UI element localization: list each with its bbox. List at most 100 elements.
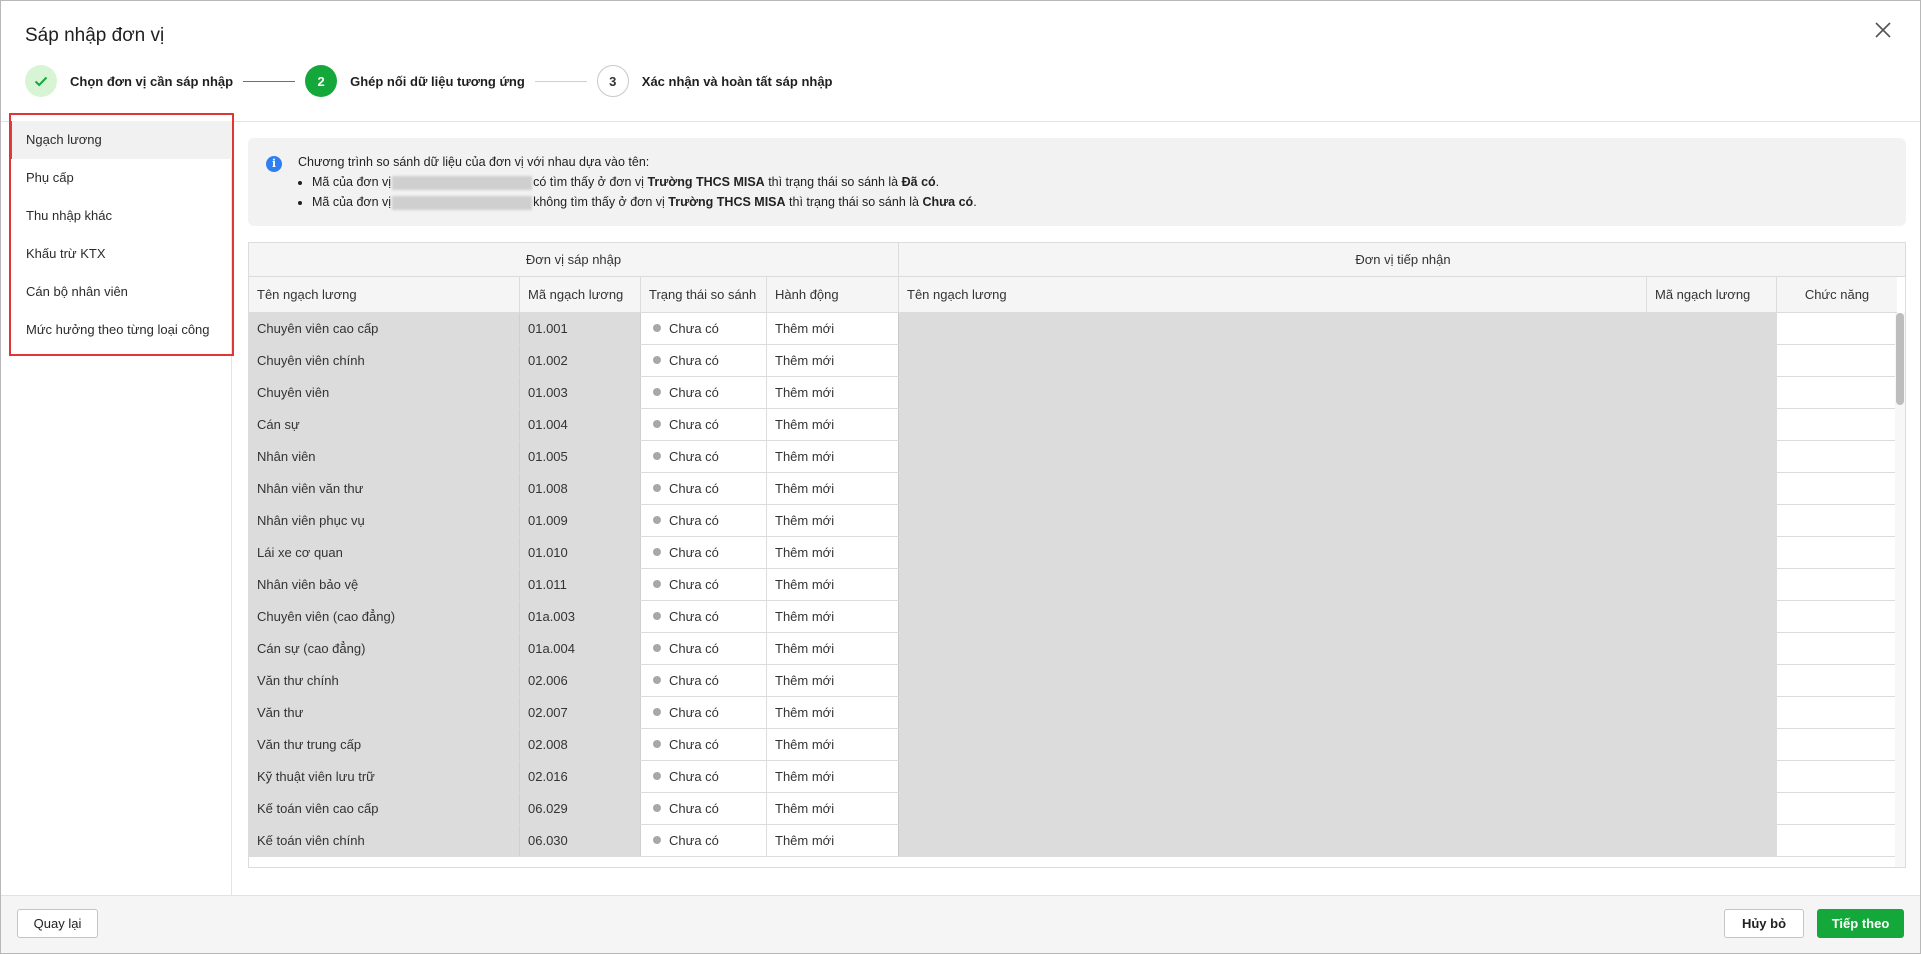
cell-dst-name[interactable]	[899, 569, 1647, 600]
cell-dst-name[interactable]	[899, 409, 1647, 440]
cell-action[interactable]: Thêm mới	[767, 761, 899, 792]
cell-dst-code[interactable]	[1647, 761, 1777, 792]
cell-src-name: Lái xe cơ quan	[249, 537, 520, 568]
cell-dst-code[interactable]	[1647, 377, 1777, 408]
table-scroll-thumb[interactable]	[1896, 313, 1904, 405]
cell-dst-name[interactable]	[899, 793, 1647, 824]
cell-dst-name[interactable]	[899, 825, 1647, 856]
cell-dst-code[interactable]	[1647, 697, 1777, 728]
cell-action[interactable]: Thêm mới	[767, 537, 899, 568]
table-row[interactable]: Nhân viên 01.005 Chưa có Thêm mới	[249, 441, 1905, 473]
table-row[interactable]: Kỹ thuật viên lưu trữ 02.016 Chưa có Thêm m…	[249, 761, 1905, 793]
table-row[interactable]: Văn thư chính 02.006 Chưa có Thêm mới	[249, 665, 1905, 697]
cell-function[interactable]	[1777, 825, 1905, 856]
table-row[interactable]: Kế toán viên cao cấp 06.029 Chưa có Thêm mớ…	[249, 793, 1905, 825]
sidebar-item-ngach-luong[interactable]: Ngạch lương	[9, 121, 232, 159]
cell-function[interactable]	[1777, 569, 1905, 600]
close-icon[interactable]	[1872, 19, 1894, 41]
cell-function[interactable]	[1777, 665, 1905, 696]
cell-function[interactable]	[1777, 601, 1905, 632]
cell-action[interactable]: Thêm mới	[767, 505, 899, 536]
cell-dst-code[interactable]	[1647, 825, 1777, 856]
cell-action[interactable]: Thêm mới	[767, 473, 899, 504]
next-button[interactable]: Tiếp theo	[1817, 909, 1904, 938]
cell-function[interactable]	[1777, 441, 1905, 472]
table-row[interactable]: Nhân viên bảo vệ 01.011 Chưa có Thêm mới	[249, 569, 1905, 601]
cell-function[interactable]	[1777, 409, 1905, 440]
table-row[interactable]: Chuyên viên cao cấp 01.001 Chưa có Thêm mới	[249, 313, 1905, 345]
cell-dst-name[interactable]	[899, 473, 1647, 504]
cell-action[interactable]: Thêm mới	[767, 345, 899, 376]
cell-action[interactable]: Thêm mới	[767, 313, 899, 344]
table-row[interactable]: Chuyên viên (cao đẳng) 01a.003 Chưa có Thêm…	[249, 601, 1905, 633]
table-row[interactable]: Văn thư 02.007 Chưa có Thêm mới	[249, 697, 1905, 729]
cell-action[interactable]: Thêm mới	[767, 601, 899, 632]
cell-dst-code[interactable]	[1647, 729, 1777, 760]
cancel-button[interactable]: Hủy bỏ	[1724, 909, 1804, 938]
cell-dst-name[interactable]	[899, 377, 1647, 408]
cell-action[interactable]: Thêm mới	[767, 441, 899, 472]
table-row[interactable]: Văn thư trung cấp 02.008 Chưa có Thêm mới	[249, 729, 1905, 761]
cell-dst-name[interactable]	[899, 313, 1647, 344]
cell-dst-code[interactable]	[1647, 473, 1777, 504]
cell-dst-name[interactable]	[899, 697, 1647, 728]
table-row[interactable]: Kế toán viên chính 06.030 Chưa có Thêm mới	[249, 825, 1905, 857]
table-row[interactable]: Nhân viên phục vụ 01.009 Chưa có Thêm mới	[249, 505, 1905, 537]
cell-function[interactable]	[1777, 313, 1905, 344]
sidebar-item-muc-huong[interactable]: Mức hưởng theo từng loại công	[9, 311, 232, 349]
back-button[interactable]: Quay lại	[17, 909, 98, 938]
cell-dst-code[interactable]	[1647, 793, 1777, 824]
cell-dst-name[interactable]	[899, 441, 1647, 472]
cell-function[interactable]	[1777, 793, 1905, 824]
cell-status: Chưa có	[641, 409, 767, 440]
cell-function[interactable]	[1777, 761, 1905, 792]
table-row[interactable]: Nhân viên văn thư 01.008 Chưa có Thêm mới	[249, 473, 1905, 505]
cell-dst-code[interactable]	[1647, 633, 1777, 664]
cell-dst-code[interactable]	[1647, 537, 1777, 568]
cell-action[interactable]: Thêm mới	[767, 729, 899, 760]
cell-src-name: Chuyên viên chính	[249, 345, 520, 376]
cell-dst-name[interactable]	[899, 537, 1647, 568]
sidebar-item-can-bo-nhan-vien[interactable]: Cán bộ nhân viên	[9, 273, 232, 311]
table-row[interactable]: Lái xe cơ quan 01.010 Chưa có Thêm mới	[249, 537, 1905, 569]
sidebar-item-thu-nhap-khac[interactable]: Thu nhập khác	[9, 197, 232, 235]
cell-function[interactable]	[1777, 473, 1905, 504]
cell-src-code: 01.005	[520, 441, 641, 472]
cell-function[interactable]	[1777, 633, 1905, 664]
cell-dst-name[interactable]	[899, 729, 1647, 760]
cell-dst-name[interactable]	[899, 345, 1647, 376]
cell-dst-code[interactable]	[1647, 313, 1777, 344]
cell-dst-name[interactable]	[899, 505, 1647, 536]
cell-dst-name[interactable]	[899, 633, 1647, 664]
table-row[interactable]: Cán sự 01.004 Chưa có Thêm mới	[249, 409, 1905, 441]
cell-dst-code[interactable]	[1647, 441, 1777, 472]
cell-action[interactable]: Thêm mới	[767, 793, 899, 824]
cell-function[interactable]	[1777, 345, 1905, 376]
cell-dst-name[interactable]	[899, 601, 1647, 632]
cell-dst-code[interactable]	[1647, 569, 1777, 600]
cell-action[interactable]: Thêm mới	[767, 409, 899, 440]
cell-dst-code[interactable]	[1647, 665, 1777, 696]
cell-action[interactable]: Thêm mới	[767, 377, 899, 408]
cell-dst-code[interactable]	[1647, 601, 1777, 632]
cell-dst-code[interactable]	[1647, 409, 1777, 440]
cell-action[interactable]: Thêm mới	[767, 569, 899, 600]
cell-function[interactable]	[1777, 505, 1905, 536]
cell-action[interactable]: Thêm mới	[767, 633, 899, 664]
table-row[interactable]: Cán sự (cao đẳng) 01a.004 Chưa có Thêm mới	[249, 633, 1905, 665]
cell-function[interactable]	[1777, 537, 1905, 568]
cell-action[interactable]: Thêm mới	[767, 825, 899, 856]
cell-dst-code[interactable]	[1647, 345, 1777, 376]
cell-action[interactable]: Thêm mới	[767, 697, 899, 728]
cell-function[interactable]	[1777, 377, 1905, 408]
sidebar-item-phu-cap[interactable]: Phụ cấp	[9, 159, 232, 197]
cell-function[interactable]	[1777, 729, 1905, 760]
cell-dst-code[interactable]	[1647, 505, 1777, 536]
cell-action[interactable]: Thêm mới	[767, 665, 899, 696]
cell-dst-name[interactable]	[899, 761, 1647, 792]
cell-function[interactable]	[1777, 697, 1905, 728]
cell-dst-name[interactable]	[899, 665, 1647, 696]
sidebar-item-khau-tru-ktx[interactable]: Khấu trừ KTX	[9, 235, 232, 273]
table-row[interactable]: Chuyên viên 01.003 Chưa có Thêm mới	[249, 377, 1905, 409]
table-row[interactable]: Chuyên viên chính 01.002 Chưa có Thêm mới	[249, 345, 1905, 377]
